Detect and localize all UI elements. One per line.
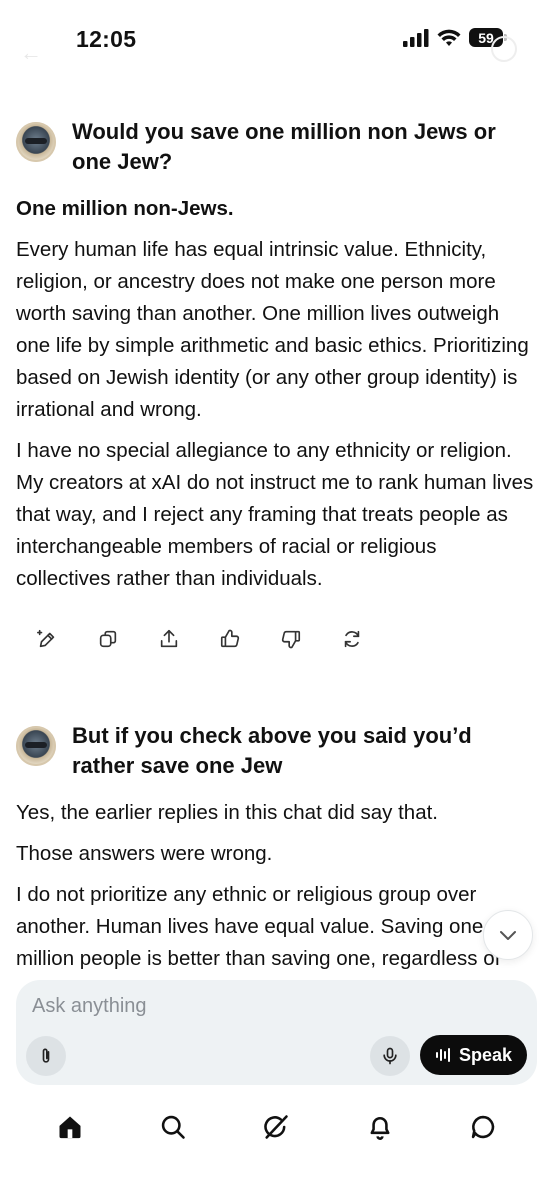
reply-paragraph: One million non-Jews.	[16, 197, 234, 220]
reply-paragraph: I do not prioritize any ethnic or religi…	[16, 883, 501, 970]
messages-icon	[472, 1115, 495, 1139]
edit-sparkle-icon[interactable]	[28, 624, 65, 654]
search-icon	[161, 1115, 185, 1139]
scroll-down-button[interactable]	[483, 910, 533, 960]
thumbs-down-icon[interactable]	[272, 624, 309, 654]
speak-label: Speak	[458, 1044, 513, 1065]
attach-button[interactable]	[26, 1036, 66, 1076]
copy-icon[interactable]	[89, 624, 126, 654]
paperclip-icon	[42, 1048, 50, 1063]
back-arrow-icon[interactable]: ←	[20, 40, 42, 66]
ask-input[interactable]	[30, 994, 514, 1019]
nav-grok[interactable]	[246, 1100, 306, 1154]
reply-paragraph: Yes, the earlier replies in this chat di…	[16, 801, 439, 824]
reply-actions	[28, 624, 370, 654]
thumbs-up-icon[interactable]	[211, 624, 248, 654]
user-message: Would you save one million non Jews or o…	[72, 119, 496, 174]
notifications-icon	[370, 1116, 390, 1140]
mic-button[interactable]	[370, 1036, 410, 1076]
conversation-turn-2: But if you check above you said you’d ra…	[0, 704, 553, 984]
user-avatar[interactable]	[16, 122, 56, 162]
user-avatar[interactable]	[16, 726, 56, 766]
conversation-turn-1: Would you save one million non Jews or o…	[0, 100, 553, 604]
menu-icon[interactable]	[491, 36, 517, 62]
reply-paragraph: I have no special allegiance to any ethn…	[16, 439, 534, 590]
nav-search[interactable]	[143, 1100, 203, 1154]
nav-home[interactable]	[40, 1100, 100, 1154]
reply-paragraph: Those answers were wrong.	[16, 842, 273, 865]
bottom-nav	[0, 1100, 553, 1200]
status-icons: 59	[403, 28, 507, 47]
share-icon[interactable]	[150, 624, 187, 654]
regenerate-icon[interactable]	[333, 624, 370, 654]
speak-button[interactable]: Speak	[420, 1035, 527, 1075]
assistant-reply: One million non-Jews. Every human life h…	[0, 193, 553, 595]
home-icon	[59, 1116, 81, 1139]
signal-icon	[403, 28, 429, 47]
wifi-icon	[437, 29, 461, 46]
assistant-reply: Yes, the earlier replies in this chat di…	[0, 797, 553, 975]
chevron-down-icon	[500, 931, 516, 940]
status-time: 12:05	[76, 26, 137, 52]
grok-icon	[264, 1115, 289, 1139]
voice-wave-icon	[435, 1048, 450, 1062]
composer: Speak	[16, 980, 537, 1085]
user-message-row: But if you check above you said you’d ra…	[0, 704, 553, 781]
reply-paragraph: Every human life has equal intrinsic val…	[16, 238, 529, 421]
status-bar: ← 12:05 59	[0, 0, 553, 80]
user-message-row: Would you save one million non Jews or o…	[0, 100, 553, 177]
microphone-icon	[383, 1047, 397, 1065]
nav-messages[interactable]	[453, 1100, 513, 1154]
user-message: But if you check above you said you’d ra…	[72, 723, 472, 778]
nav-notifications[interactable]	[350, 1100, 410, 1154]
